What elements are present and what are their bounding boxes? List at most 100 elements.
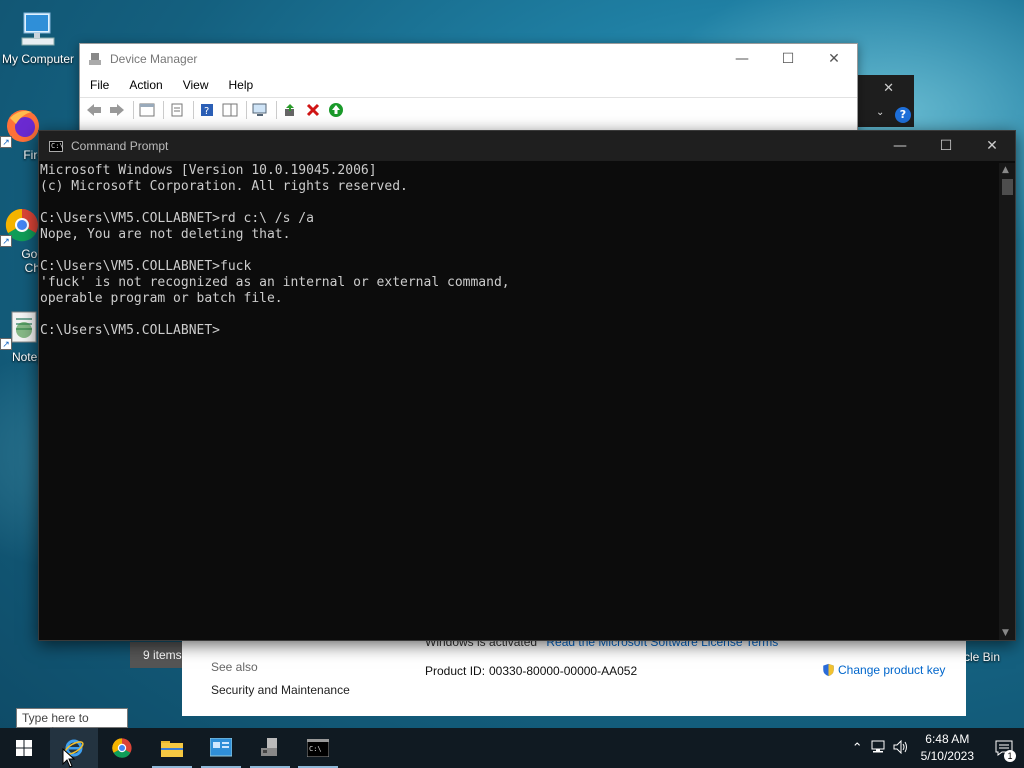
change-product-key-label: Change product key bbox=[838, 663, 946, 677]
close-icon[interactable]: ✕ bbox=[883, 81, 894, 96]
start-button[interactable] bbox=[0, 728, 48, 768]
forward-icon[interactable] bbox=[107, 100, 127, 120]
clock[interactable]: 6:48 AM 5/10/2023 bbox=[921, 731, 974, 765]
shield-icon bbox=[823, 663, 834, 677]
menu-file[interactable]: File bbox=[80, 78, 119, 92]
close-button[interactable]: ✕ bbox=[811, 44, 857, 74]
console-line: 'fuck' is not recognized as an internal … bbox=[40, 275, 510, 290]
folder-icon bbox=[161, 741, 183, 757]
close-button[interactable]: ✕ bbox=[969, 131, 1015, 161]
desktop-icon-my-computer[interactable]: My Computer bbox=[0, 10, 76, 66]
taskbar-device-manager[interactable] bbox=[246, 728, 294, 768]
notepad-icon: ↗ bbox=[0, 308, 42, 350]
clock-date: 5/10/2023 bbox=[920, 749, 974, 763]
taskbar: C:\ ⌃ 6:48 AM 5/10/2023 1 bbox=[0, 728, 1024, 768]
toolbar: ? bbox=[80, 97, 857, 121]
taskbar-file-explorer[interactable] bbox=[148, 728, 196, 768]
system-settings-panel: Windows is activated Read the Microsoft … bbox=[182, 635, 966, 716]
scroll-down-icon[interactable]: ▼ bbox=[1002, 628, 1009, 638]
volume-icon[interactable] bbox=[893, 739, 909, 757]
help-icon[interactable]: ? bbox=[895, 107, 911, 123]
device-manager-icon bbox=[261, 738, 277, 756]
notification-center-icon[interactable]: 1 bbox=[984, 728, 1024, 768]
maximize-button[interactable]: ☐ bbox=[923, 131, 969, 161]
security-maintenance-link[interactable]: Security and Maintenance bbox=[211, 683, 350, 697]
product-id-value: 00330-80000-00000-AA052 bbox=[489, 664, 638, 678]
help-icon[interactable]: ? bbox=[197, 100, 217, 120]
chevron-down-icon[interactable]: ⌄ bbox=[876, 107, 884, 118]
network-icon[interactable] bbox=[871, 740, 887, 757]
console-line: C:\Users\VM5.COLLABNET>rd c:\ /s /a bbox=[40, 211, 314, 226]
see-also-heading: See also bbox=[211, 660, 258, 674]
toolbar-separator bbox=[133, 100, 134, 119]
system-info-icon bbox=[210, 738, 232, 757]
uninstall-device-icon[interactable] bbox=[303, 100, 323, 120]
notification-badge: 1 bbox=[1004, 750, 1016, 762]
product-id-label: Product ID: bbox=[425, 664, 486, 678]
chrome-icon: ↗ bbox=[0, 205, 42, 247]
toolbar-separator bbox=[276, 100, 277, 119]
vertical-scrollbar[interactable]: ▲ ▼ bbox=[999, 163, 1015, 640]
svg-text:C:\: C:\ bbox=[309, 745, 322, 753]
window-title: Command Prompt bbox=[71, 139, 169, 153]
computer-icon bbox=[18, 10, 58, 50]
minimize-button[interactable]: — bbox=[877, 131, 923, 161]
menu-bar: File Action View Help bbox=[80, 74, 857, 96]
device-manager-window: Device Manager — ☐ ✕ File Action View He… bbox=[79, 43, 858, 143]
taskbar-chrome[interactable] bbox=[98, 728, 146, 768]
taskbar-system-window[interactable] bbox=[197, 728, 245, 768]
menu-help[interactable]: Help bbox=[219, 78, 264, 92]
console-line: (c) Microsoft Corporation. All rights re… bbox=[40, 179, 408, 194]
update-driver-icon[interactable] bbox=[280, 100, 300, 120]
console-line: C:\Users\VM5.COLLABNET>fuck bbox=[40, 259, 252, 274]
scan-hardware-icon[interactable] bbox=[250, 100, 270, 120]
shortcut-arrow-icon: ↗ bbox=[0, 136, 12, 148]
desktop-icon-label: My Computer bbox=[1, 52, 75, 66]
cmd-app-icon: C:\ bbox=[49, 140, 64, 152]
svg-text:?: ? bbox=[204, 106, 209, 117]
shortcut-arrow-icon: ↗ bbox=[0, 235, 12, 247]
system-tray: ⌃ 6:48 AM 5/10/2023 1 bbox=[852, 728, 1024, 768]
window-title: Device Manager bbox=[110, 52, 198, 66]
minimize-button[interactable]: — bbox=[719, 44, 765, 74]
console-line: Microsoft Windows [Version 10.0.19045.20… bbox=[40, 163, 377, 178]
scrollbar-thumb[interactable] bbox=[1002, 179, 1013, 195]
mouse-cursor-icon bbox=[62, 747, 76, 768]
device-manager-titlebar[interactable]: Device Manager — ☐ ✕ bbox=[80, 44, 857, 74]
toolbar-separator bbox=[246, 100, 247, 119]
action-pane-icon[interactable] bbox=[220, 100, 240, 120]
chevron-up-icon[interactable]: ⌃ bbox=[852, 741, 863, 756]
menu-action[interactable]: Action bbox=[119, 78, 172, 92]
toolbar-separator bbox=[163, 100, 164, 119]
scroll-up-icon[interactable]: ▲ bbox=[1002, 165, 1009, 175]
console-line: operable program or batch file. bbox=[40, 291, 283, 306]
desktop-icon-label: ycle Bin bbox=[958, 650, 1001, 664]
shortcut-arrow-icon: ↗ bbox=[0, 338, 12, 350]
command-prompt-titlebar[interactable]: C:\ Command Prompt — ☐ ✕ bbox=[39, 131, 1015, 161]
change-product-key-link[interactable]: Change product key bbox=[822, 663, 945, 677]
explorer-item-count: 9 items bbox=[130, 642, 182, 668]
console-line: C:\Users\VM5.COLLABNET> bbox=[40, 323, 221, 338]
background-window: ✕ ⌄ ? bbox=[858, 75, 914, 127]
enable-device-icon[interactable] bbox=[326, 100, 346, 120]
maximize-button[interactable]: ☐ bbox=[765, 44, 811, 74]
command-prompt-window: C:\ Command Prompt — ☐ ✕ Microsoft Windo… bbox=[38, 130, 1016, 641]
console-line: Nope, You are not deleting that. bbox=[40, 227, 291, 242]
menu-view[interactable]: View bbox=[173, 78, 219, 92]
clock-time: 6:48 AM bbox=[925, 732, 970, 746]
chrome-icon bbox=[112, 738, 132, 758]
firefox-icon: ↗ bbox=[0, 106, 42, 148]
device-manager-app-icon bbox=[88, 52, 102, 66]
back-icon[interactable] bbox=[84, 100, 104, 120]
toolbar-separator bbox=[193, 100, 194, 119]
show-hide-console-tree-icon[interactable] bbox=[137, 100, 157, 120]
taskbar-command-prompt[interactable]: C:\ bbox=[294, 728, 342, 768]
windows-logo-icon bbox=[16, 740, 32, 756]
cmd-icon: C:\ bbox=[307, 739, 329, 757]
properties-icon[interactable] bbox=[167, 100, 187, 120]
search-tooltip: Type here to search bbox=[16, 708, 128, 739]
console-output[interactable]: Microsoft Windows [Version 10.0.19045.20… bbox=[39, 163, 1001, 640]
